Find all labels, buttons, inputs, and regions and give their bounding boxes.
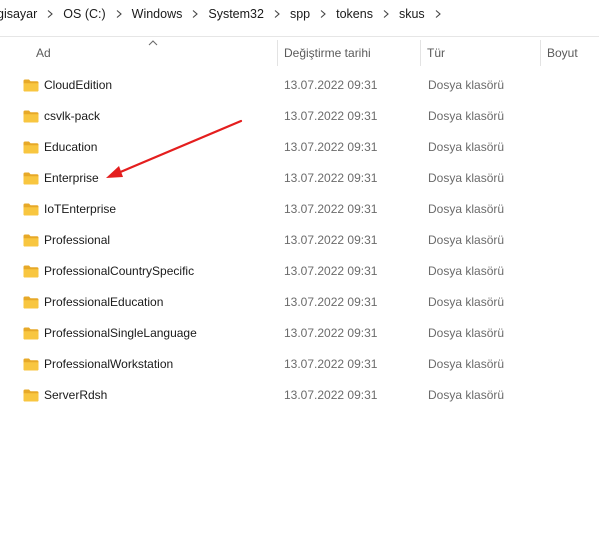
breadcrumb-item-skus[interactable]: skus (395, 7, 429, 21)
column-header-name[interactable]: Ad (30, 40, 277, 66)
breadcrumb-item-spp[interactable]: spp (286, 7, 314, 21)
breadcrumb-item-system32[interactable]: System32 (204, 7, 268, 21)
folder-icon (23, 79, 39, 92)
file-modified: 13.07.2022 09:31 (284, 326, 378, 340)
file-row[interactable]: ProfessionalWorkstation 13.07.2022 09:31… (0, 349, 599, 380)
file-type: Dosya klasörü (428, 140, 505, 154)
breadcrumb-item-os-c[interactable]: OS (C:) (59, 7, 109, 21)
folder-icon (23, 327, 39, 340)
file-modified: 13.07.2022 09:31 (284, 357, 378, 371)
column-header-row: Ad Değiştirme tarihi Tür Boyut (0, 40, 599, 66)
file-type: Dosya klasörü (428, 78, 505, 92)
folder-icon (23, 203, 39, 216)
chevron-right-icon[interactable] (188, 7, 202, 21)
folder-icon (23, 265, 39, 278)
file-row[interactable]: IoTEnterprise 13.07.2022 09:31 Dosya kla… (0, 194, 599, 225)
file-row[interactable]: CloudEdition 13.07.2022 09:31 Dosya klas… (0, 70, 599, 101)
file-name: ProfessionalWorkstation (44, 357, 174, 371)
file-row[interactable]: ProfessionalSingleLanguage 13.07.2022 09… (0, 318, 599, 349)
file-name: Enterprise (44, 171, 99, 185)
breadcrumb: gisayar OS (C:) Windows System32 spp tok… (0, 0, 599, 28)
file-modified: 13.07.2022 09:31 (284, 388, 378, 402)
file-name: ServerRdsh (44, 388, 108, 402)
breadcrumb-divider (0, 36, 599, 37)
folder-icon (23, 296, 39, 309)
file-row[interactable]: Education 13.07.2022 09:31 Dosya klasörü (0, 132, 599, 163)
file-type: Dosya klasörü (428, 202, 505, 216)
file-type: Dosya klasörü (428, 233, 505, 247)
file-name: csvlk-pack (44, 109, 101, 123)
file-type: Dosya klasörü (428, 295, 505, 309)
file-type: Dosya klasörü (428, 326, 505, 340)
file-modified: 13.07.2022 09:31 (284, 295, 378, 309)
file-modified: 13.07.2022 09:31 (284, 109, 378, 123)
breadcrumb-item-windows[interactable]: Windows (128, 7, 187, 21)
file-modified: 13.07.2022 09:31 (284, 202, 378, 216)
column-header-type[interactable]: Tür (421, 40, 540, 66)
file-modified: 13.07.2022 09:31 (284, 264, 378, 278)
file-explorer-window: gisayar OS (C:) Windows System32 spp tok… (0, 0, 599, 557)
file-row[interactable]: ProfessionalEducation 13.07.2022 09:31 D… (0, 287, 599, 318)
chevron-right-icon[interactable] (379, 7, 393, 21)
chevron-right-icon[interactable] (431, 7, 445, 21)
file-row[interactable]: ServerRdsh 13.07.2022 09:31 Dosya klasör… (0, 380, 599, 411)
file-modified: 13.07.2022 09:31 (284, 78, 378, 92)
file-row[interactable]: Enterprise 13.07.2022 09:31 Dosya klasör… (0, 163, 599, 194)
folder-icon (23, 389, 39, 402)
file-name: Education (44, 140, 98, 154)
chevron-right-icon[interactable] (316, 7, 330, 21)
file-type: Dosya klasörü (428, 388, 505, 402)
breadcrumb-item-computer[interactable]: gisayar (0, 7, 41, 21)
folder-icon (23, 234, 39, 247)
file-type: Dosya klasörü (428, 357, 505, 371)
file-name: ProfessionalEducation (44, 295, 164, 309)
file-name: ProfessionalSingleLanguage (44, 326, 197, 340)
column-header-modified[interactable]: Değiştirme tarihi (278, 40, 420, 66)
file-row[interactable]: ProfessionalCountrySpecific 13.07.2022 0… (0, 256, 599, 287)
file-name: IoTEnterprise (44, 202, 117, 216)
folder-icon (23, 172, 39, 185)
chevron-right-icon[interactable] (43, 7, 57, 21)
file-type: Dosya klasörü (428, 171, 505, 185)
column-header-size[interactable]: Boyut (541, 40, 599, 66)
folder-icon (23, 110, 39, 123)
chevron-right-icon[interactable] (270, 7, 284, 21)
file-row[interactable]: csvlk-pack 13.07.2022 09:31 Dosya klasör… (0, 101, 599, 132)
file-name: ProfessionalCountrySpecific (44, 264, 195, 278)
folder-icon (23, 141, 39, 154)
file-name: CloudEdition (44, 78, 113, 92)
file-type: Dosya klasörü (428, 109, 505, 123)
file-name: Professional (44, 233, 111, 247)
chevron-right-icon[interactable] (112, 7, 126, 21)
file-modified: 13.07.2022 09:31 (284, 233, 378, 247)
file-modified: 13.07.2022 09:31 (284, 140, 378, 154)
file-type: Dosya klasörü (428, 264, 505, 278)
folder-icon (23, 358, 39, 371)
breadcrumb-item-tokens[interactable]: tokens (332, 7, 377, 21)
file-row[interactable]: Professional 13.07.2022 09:31 Dosya klas… (0, 225, 599, 256)
file-modified: 13.07.2022 09:31 (284, 171, 378, 185)
